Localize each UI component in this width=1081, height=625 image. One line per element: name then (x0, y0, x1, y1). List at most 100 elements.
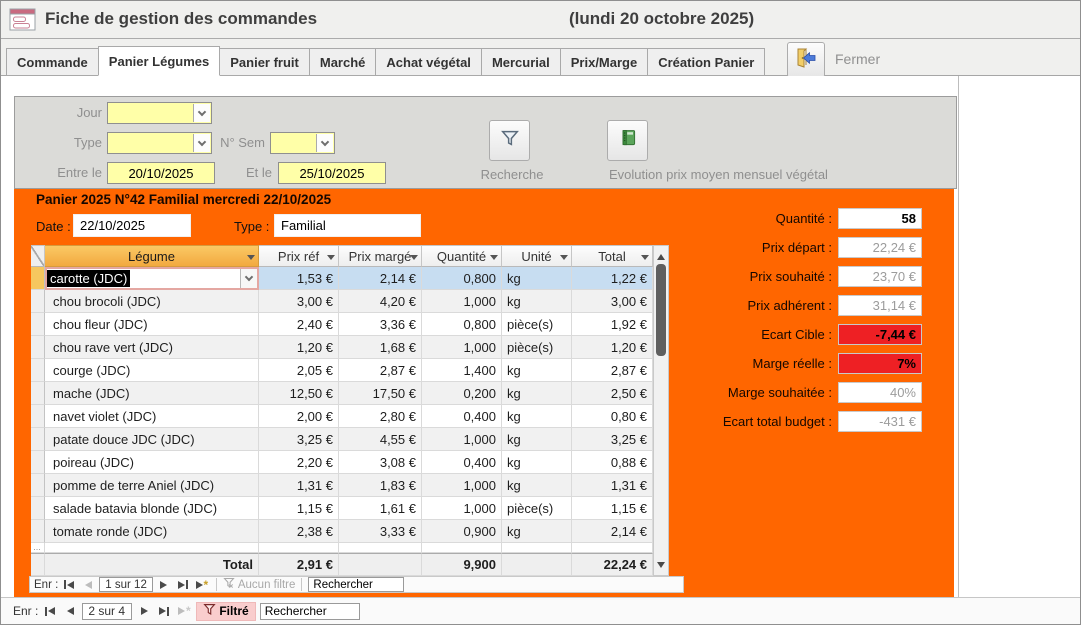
cell-legume[interactable]: tomate ronde (JDC) (45, 520, 259, 543)
cell-legume[interactable]: navet violet (JDC) (45, 405, 259, 428)
cell-legume[interactable]: courge (JDC) (45, 359, 259, 382)
previous-record-button[interactable] (80, 578, 96, 591)
cell-prix-ref[interactable]: 12,50 € (259, 382, 339, 405)
row-selector[interactable] (31, 405, 45, 428)
filter-arrow-icon[interactable] (247, 255, 255, 264)
cell-legume[interactable]: chou rave vert (JDC) (45, 336, 259, 359)
cell-prix-marge[interactable]: 2,87 € (339, 359, 422, 382)
row-selector[interactable] (31, 474, 45, 497)
cell-prix-ref[interactable]: 2,38 € (259, 520, 339, 543)
cell-unite[interactable]: pièce(s) (502, 497, 572, 520)
row-selector[interactable] (31, 520, 45, 543)
filtered-toggle[interactable]: Filtré (196, 602, 255, 621)
cell-unite[interactable]: pièce(s) (502, 336, 572, 359)
record-position[interactable]: 1 sur 12 (99, 577, 153, 592)
cell-prix-ref[interactable]: 2,05 € (259, 359, 339, 382)
cell-quantite[interactable]: 0,900 (422, 520, 502, 543)
cell-prix-ref[interactable]: 3,25 € (259, 428, 339, 451)
panier-date-field[interactable]: 22/10/2025 (73, 214, 191, 237)
summary-value[interactable]: 40% (838, 382, 922, 403)
chevron-down-icon[interactable] (240, 269, 257, 288)
cell-legume[interactable]: salade batavia blonde (JDC) (45, 497, 259, 520)
last-record-button[interactable] (175, 578, 191, 591)
filter-arrow-icon[interactable] (410, 255, 418, 264)
column-header[interactable]: Légume (45, 245, 259, 267)
first-record-button[interactable] (61, 578, 77, 591)
cell-prix-ref[interactable]: 1,31 € (259, 474, 339, 497)
summary-value[interactable]: 7% (838, 353, 922, 374)
cell-prix-marge[interactable]: 2,80 € (339, 405, 422, 428)
tab[interactable]: Prix/Marge (560, 48, 648, 76)
cell-prix-marge[interactable]: 1,83 € (339, 474, 422, 497)
cell-unite[interactable]: kg (502, 405, 572, 428)
type-combobox[interactable] (107, 132, 212, 154)
cell-unite[interactable]: pièce(s) (502, 313, 572, 336)
first-record-button[interactable] (42, 605, 58, 618)
row-selector[interactable] (31, 451, 45, 474)
summary-value[interactable]: 31,14 € (838, 295, 922, 316)
cell-quantite[interactable]: 1,000 (422, 474, 502, 497)
chevron-down-icon[interactable] (193, 134, 210, 152)
summary-value[interactable]: 22,24 € (838, 237, 922, 258)
form-search-input[interactable]: Rechercher (260, 603, 360, 620)
cell-unite[interactable]: kg (502, 428, 572, 451)
next-record-button[interactable] (136, 605, 152, 618)
chevron-down-icon[interactable] (316, 134, 333, 152)
cell-prix-ref[interactable]: 2,40 € (259, 313, 339, 336)
cell-prix-marge[interactable]: 4,55 € (339, 428, 422, 451)
cell-total[interactable]: 0,88 € (572, 451, 653, 474)
select-all-cell[interactable] (31, 245, 45, 267)
filter-arrow-icon[interactable] (560, 255, 568, 264)
record-position[interactable]: 2 sur 4 (82, 603, 132, 620)
cell-legume[interactable]: pomme de terre Aniel (JDC) (45, 474, 259, 497)
cell-quantite[interactable]: 1,000 (422, 428, 502, 451)
cell-prix-ref[interactable]: 3,00 € (259, 290, 339, 313)
cell-unite[interactable]: kg (502, 359, 572, 382)
tab[interactable]: Mercurial (481, 48, 561, 76)
cell-legume[interactable]: chou brocoli (JDC) (45, 290, 259, 313)
table-row[interactable]: tomate ronde (JDC) 2,38 € 3,33 € 0,900 k… (31, 520, 669, 543)
cell-quantite[interactable]: 0,200 (422, 382, 502, 405)
filter-arrow-icon[interactable] (490, 255, 498, 264)
column-header[interactable]: Prix réf (259, 245, 339, 267)
cell-total[interactable]: 2,14 € (572, 520, 653, 543)
cell-quantite[interactable]: 1,000 (422, 290, 502, 313)
tab[interactable]: Panier Légumes (98, 46, 220, 76)
close-form-button[interactable] (787, 42, 825, 78)
date-to-field[interactable]: 25/10/2025 (278, 162, 386, 184)
row-selector[interactable] (31, 382, 45, 405)
column-header[interactable]: Unité (502, 245, 572, 267)
filter-arrow-icon[interactable] (327, 255, 335, 264)
cell-legume[interactable]: poireau (JDC) (45, 451, 259, 474)
num-sem-combobox[interactable] (270, 132, 335, 154)
summary-value[interactable]: -7,44 € (838, 324, 922, 345)
cell-unite[interactable]: kg (502, 267, 572, 290)
cell-unite[interactable]: kg (502, 520, 572, 543)
cell-legume[interactable]: carotte (JDC) (45, 267, 259, 290)
table-row[interactable]: salade batavia blonde (JDC) 1,15 € 1,61 … (31, 497, 669, 520)
next-record-button[interactable] (156, 578, 172, 591)
chevron-down-icon[interactable] (193, 104, 210, 122)
cell-legume[interactable]: chou fleur (JDC) (45, 313, 259, 336)
cell-quantite[interactable]: 1,000 (422, 336, 502, 359)
tab[interactable]: Achat végétal (375, 48, 482, 76)
previous-record-button[interactable] (62, 605, 78, 618)
cell-prix-marge[interactable]: 3,08 € (339, 451, 422, 474)
search-button[interactable] (489, 120, 530, 161)
cell-quantite[interactable]: 1,000 (422, 497, 502, 520)
cell-quantite[interactable]: 0,800 (422, 313, 502, 336)
cell-unite[interactable]: kg (502, 290, 572, 313)
new-record-row[interactable]: … (31, 543, 669, 553)
jour-combobox[interactable] (107, 102, 212, 124)
date-from-field[interactable]: 20/10/2025 (107, 162, 215, 184)
cell-total[interactable]: 1,31 € (572, 474, 653, 497)
table-row[interactable]: pomme de terre Aniel (JDC) 1,31 € 1,83 €… (31, 474, 669, 497)
table-row[interactable]: poireau (JDC) 2,20 € 3,08 € 0,400 kg 0,8… (31, 451, 669, 474)
cell-prix-ref[interactable]: 2,00 € (259, 405, 339, 428)
tab[interactable]: Création Panier (647, 48, 765, 76)
summary-value[interactable]: 23,70 € (838, 266, 922, 287)
cell-unite[interactable]: kg (502, 474, 572, 497)
cell-prix-marge[interactable]: 3,36 € (339, 313, 422, 336)
cell-prix-ref[interactable]: 1,15 € (259, 497, 339, 520)
tab[interactable]: Panier fruit (219, 48, 310, 76)
